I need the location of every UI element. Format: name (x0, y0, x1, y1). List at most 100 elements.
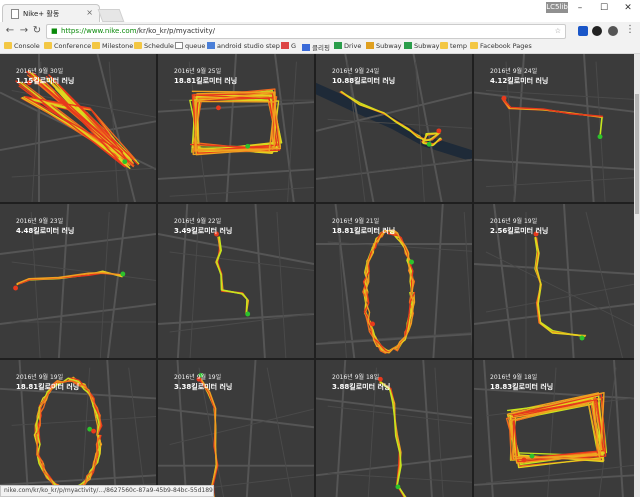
activity-grid: 2016년 9월 30일 1.15킬로미터 러닝 2016년 9월 25일 18.81… (0, 54, 640, 497)
activity-distance: 10.88킬로미터 러닝 (332, 77, 396, 85)
activity-distance: 4.12킬로미터 러닝 (490, 77, 549, 85)
bookmark-subway-1[interactable]: Subway (366, 42, 402, 50)
activity-card[interactable]: 2016년 9월 30일 1.15킬로미터 러닝 (0, 54, 156, 202)
gmail-icon (281, 42, 289, 49)
bookmark-schedule[interactable]: Schedule (134, 42, 174, 50)
activity-date: 2016년 9월 25일 (174, 68, 222, 75)
activity-date: 2016년 9월 24일 (332, 68, 380, 75)
bookmark-conference[interactable]: Conference (44, 42, 91, 50)
route-line (535, 237, 586, 337)
minimize-button[interactable]: – (568, 0, 592, 16)
close-tab-icon[interactable]: × (86, 8, 93, 17)
reload-icon[interactable]: ↻ (31, 25, 43, 36)
bookmarks-bar: Console Conference Milestone Schedule qu… (0, 40, 640, 54)
bookmark-android-studio[interactable]: android studio step (207, 42, 280, 50)
activity-card[interactable]: 2016년 9월 24일 10.88킬로미터 러닝 (316, 54, 472, 202)
lock-icon: ■ (51, 27, 58, 35)
subway-icon (366, 42, 374, 49)
activity-date: 2016년 9월 30일 (16, 68, 64, 75)
bookmark-gmail[interactable]: G (281, 42, 296, 50)
page-icon (175, 42, 183, 49)
route-start-marker (245, 311, 251, 317)
url-text: https://www.nike.com/kr/ko_kr/p/myactivi… (61, 27, 215, 35)
avatar-icon[interactable] (608, 26, 618, 36)
scrollbar[interactable] (634, 54, 640, 497)
activity-card[interactable]: 2016년 9월 21일 18.81킬로미터 러닝 (316, 204, 472, 358)
activity-card[interactable]: 2016년 9월 24일 4.12킬로미터 러닝 (474, 54, 634, 202)
route-start-marker (122, 159, 128, 165)
menu-icon[interactable]: ⋮ (624, 24, 636, 35)
close-window-button[interactable]: ✕ (616, 0, 640, 16)
river (316, 82, 472, 162)
activity-date: 2016년 9월 19일 (16, 374, 64, 381)
route-start-marker (395, 484, 401, 490)
bookmark-star-icon[interactable]: ☆ (555, 25, 561, 38)
activity-distance: 4.48킬로미터 러닝 (16, 227, 75, 235)
page-icon (302, 44, 310, 51)
route-start-marker (120, 271, 126, 277)
bookmark-console[interactable]: Console (4, 42, 40, 50)
activity-distance: 3.38킬로미터 러닝 (174, 383, 233, 391)
activity-distance: 18.81킬로미터 러닝 (16, 383, 80, 391)
page-icon (11, 9, 19, 19)
route-end-marker (436, 128, 442, 134)
maximize-button[interactable]: ☐ (592, 0, 616, 16)
folder-icon (4, 42, 12, 49)
bookmark-facebook-pages[interactable]: Facebook Pages (470, 42, 532, 50)
activity-card[interactable]: 2016년 9월 22일 3.49킬로미터 러닝 (158, 204, 314, 358)
activity-distance: 1.15킬로미터 러닝 (16, 77, 75, 85)
activity-distance: 18.81킬로미터 러닝 (174, 77, 238, 85)
route-end-marker (370, 321, 375, 327)
scrollbar-thumb[interactable] (635, 94, 639, 214)
bookmark-milestone[interactable]: Milestone (92, 42, 133, 50)
route-line (534, 237, 587, 337)
activity-card[interactable]: 2016년 9월 23일 4.48킬로미터 러닝 (0, 204, 156, 358)
route-line (380, 381, 407, 497)
activity-distance: 2.56킬로미터 러닝 (490, 227, 549, 235)
activity-card[interactable]: 2016년 9월 19일 18.81킬로미터 러닝 (0, 360, 156, 497)
activity-distance: 18.81킬로미터 러닝 (332, 227, 396, 235)
bookmark-subway-2[interactable]: Subway (404, 42, 440, 50)
folder-icon (44, 42, 52, 49)
back-icon[interactable]: ← (4, 25, 16, 36)
bookmark-temp[interactable]: temp (440, 42, 467, 50)
folder-icon (470, 42, 478, 49)
route-end-marker (216, 105, 221, 111)
forward-icon[interactable]: → (18, 25, 30, 36)
activity-date: 2016년 9월 22일 (174, 218, 222, 225)
route-end-marker (91, 428, 97, 434)
status-url: nike.com/kr/ko_kr/p/myactivity/.../86275… (0, 485, 214, 497)
activity-card[interactable]: 2016년 9월 25일 18.81킬로미터 러닝 (158, 54, 314, 202)
bookmark-drive[interactable]: Drive (334, 42, 361, 50)
profile-badge[interactable]: LC5lib (546, 2, 568, 13)
activity-card[interactable]: 2016년 9월 18일 3.88킬로미터 러닝 (316, 360, 472, 497)
tab-title: Nike+ 활동 (23, 10, 60, 18)
route-start-marker (245, 143, 251, 149)
activity-distance: 3.88킬로미터 러닝 (332, 383, 391, 391)
new-tab-button[interactable] (97, 9, 125, 22)
folder-icon (134, 42, 142, 49)
address-bar[interactable]: ■ https://www.nike.com/kr/ko_kr/p/myacti… (46, 24, 566, 39)
activity-date: 2016년 9월 19일 (490, 218, 538, 225)
activity-date: 2016년 9월 18일 (332, 374, 380, 381)
route-line (364, 229, 415, 354)
drive-icon (334, 42, 342, 49)
route-end-marker (501, 95, 507, 101)
folder-icon (92, 42, 100, 49)
route-end-marker (521, 457, 527, 463)
activity-distance: 3.49킬로미터 러닝 (174, 227, 233, 235)
extension-icon[interactable] (578, 26, 588, 36)
browser-tab[interactable]: Nike+ 활동 × (2, 4, 100, 22)
title-bar: Nike+ 활동 × LC5lib – ☐ ✕ (0, 0, 640, 22)
activity-card[interactable]: 2016년 9월 19일 2.56킬로미터 러닝 (474, 204, 634, 358)
page-icon (207, 42, 215, 49)
activity-card[interactable]: 2016년 9월 18일 18.83킬로미터 러닝 (474, 360, 634, 497)
activity-distance: 18.83킬로미터 러닝 (490, 383, 554, 391)
activity-card[interactable]: 2016년 9월 19일 3.38킬로미터 러닝 (158, 360, 314, 497)
activity-date: 2016년 9월 19일 (174, 374, 222, 381)
glasses-icon[interactable] (592, 26, 602, 36)
bookmark-queue[interactable]: queue (175, 42, 205, 50)
bookmark-clipping[interactable]: 클리핑 (302, 42, 330, 52)
folder-icon (440, 42, 448, 49)
route-start-marker (426, 141, 432, 147)
